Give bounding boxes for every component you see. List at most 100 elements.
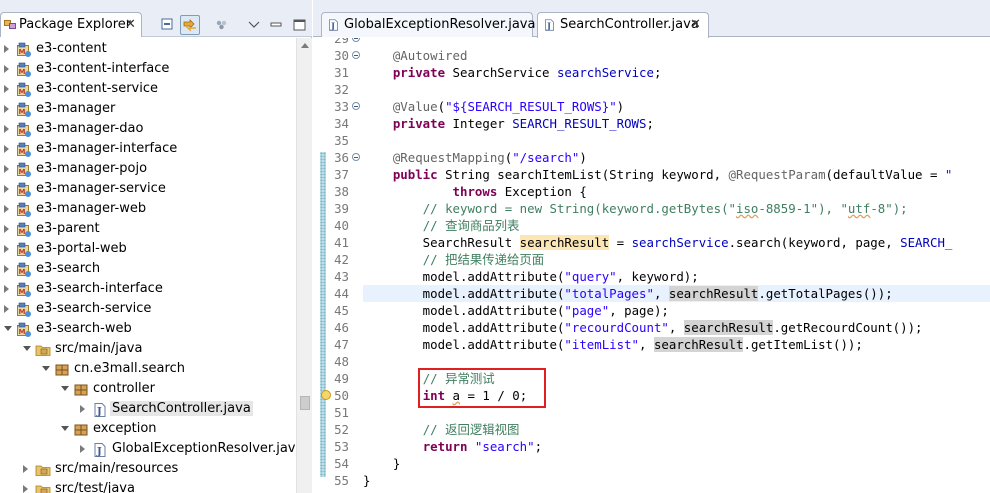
collapsed-arrow-icon[interactable]	[4, 225, 9, 233]
code-line[interactable]: }	[363, 455, 990, 472]
fold-toggle-icon[interactable]	[352, 38, 360, 42]
code-line[interactable]: // 返回逻辑视图	[363, 421, 990, 438]
tree-item[interactable]: Me3-search	[0, 260, 296, 280]
tree-item[interactable]: Me3-search-interface	[0, 280, 296, 300]
code-line[interactable]: model.addAttribute("recourdCount", searc…	[363, 319, 990, 336]
tree-item[interactable]: Me3-content	[0, 40, 296, 60]
collapsed-arrow-icon[interactable]	[23, 485, 28, 493]
minimize-icon[interactable]	[266, 15, 286, 35]
tree-item[interactable]: Me3-manager-interface	[0, 140, 296, 160]
expanded-arrow-icon[interactable]	[23, 346, 31, 351]
fold-toggle-icon[interactable]	[352, 153, 360, 161]
tree-item-label: src/test/java	[55, 481, 135, 493]
collapsed-arrow-icon[interactable]	[4, 45, 9, 53]
tree-item[interactable]: Me3-manager-pojo	[0, 160, 296, 180]
collapse-all-icon[interactable]	[158, 15, 178, 35]
tree-item[interactable]: src/main/resources	[0, 460, 296, 480]
tree-item[interactable]: Me3-manager-dao	[0, 120, 296, 140]
line-number: 38	[334, 184, 349, 199]
code-line[interactable]	[363, 81, 990, 98]
expanded-arrow-icon[interactable]	[61, 386, 69, 391]
collapsed-arrow-icon[interactable]	[4, 125, 9, 133]
scroll-thumb[interactable]	[300, 396, 310, 410]
code-line[interactable]: private SearchService searchService;	[363, 64, 990, 81]
tab-search-controller[interactable]: J SearchController.java ✕	[537, 12, 709, 38]
code-line[interactable]: @Value("${SEARCH_RESULT_ROWS}")	[363, 98, 990, 115]
code-line[interactable]: return "search";	[363, 438, 990, 455]
tree-item[interactable]: controller	[0, 380, 296, 400]
fold-toggle-icon[interactable]	[352, 51, 360, 59]
tree-item[interactable]: src/test/java	[0, 480, 296, 493]
expanded-arrow-icon[interactable]	[42, 366, 50, 371]
tree-item[interactable]: cn.e3mall.search	[0, 360, 296, 380]
code-line[interactable]	[363, 38, 990, 47]
chevron-down-icon[interactable]	[244, 15, 264, 35]
code-line[interactable]: }	[363, 472, 990, 489]
collapsed-arrow-icon[interactable]	[80, 445, 85, 453]
code-line[interactable]: model.addAttribute("query", keyword);	[363, 268, 990, 285]
close-icon[interactable]: ✕	[125, 17, 136, 32]
svg-text:M: M	[19, 268, 26, 276]
collapsed-arrow-icon[interactable]	[4, 145, 9, 153]
svg-text:J: J	[546, 21, 551, 31]
tree-item[interactable]: J GlobalExceptionResolver.java	[0, 440, 296, 460]
collapsed-arrow-icon[interactable]	[4, 185, 9, 193]
link-with-editor-icon[interactable]	[180, 15, 200, 35]
tree-item-label: src/main/resources	[55, 461, 179, 476]
collapsed-arrow-icon[interactable]	[4, 245, 9, 253]
code-line[interactable]: public String searchItemList(String keyw…	[363, 166, 990, 183]
source-code[interactable]: @Autowired private SearchService searchS…	[363, 38, 990, 493]
code-line[interactable]: throws Exception {	[363, 183, 990, 200]
tree-item[interactable]: Me3-manager-web	[0, 200, 296, 220]
fold-toggle-icon[interactable]	[352, 102, 360, 110]
collapsed-arrow-icon[interactable]	[4, 65, 9, 73]
tree-item[interactable]: Me3-parent	[0, 220, 296, 240]
code-line[interactable]: // keyword = new String(keyword.getBytes…	[363, 200, 990, 217]
package-explorer-icon	[4, 20, 16, 29]
code-area[interactable]: 29 30 31 32 33 34 35 36 37 38 39 40 41 42 43 44 45 46 47 48…	[313, 38, 990, 493]
tree-item[interactable]: src/main/java	[0, 340, 296, 360]
close-icon[interactable]: ✕	[690, 17, 701, 32]
maven-project-icon: M	[16, 62, 32, 78]
collapsed-arrow-icon[interactable]	[4, 265, 9, 273]
collapsed-arrow-icon[interactable]	[4, 305, 9, 313]
tree-item[interactable]: Me3-manager-service	[0, 180, 296, 200]
collapsed-arrow-icon[interactable]	[4, 85, 9, 93]
maximize-icon[interactable]	[290, 15, 310, 35]
tree-item[interactable]: Me3-manager	[0, 100, 296, 120]
tree-item[interactable]: Me3-content-interface	[0, 60, 296, 80]
tree-item[interactable]: Me3-portal-web	[0, 240, 296, 260]
code-line[interactable]: model.addAttribute("page", page);	[363, 302, 990, 319]
code-line[interactable]	[363, 132, 990, 149]
tree-item[interactable]: exception	[0, 420, 296, 440]
tab-package-explorer[interactable]: Package Explorer ✕	[0, 12, 142, 37]
collapsed-arrow-icon[interactable]	[4, 285, 9, 293]
code-line[interactable]: // 把结果传递给页面	[363, 251, 990, 268]
code-line[interactable]: private Integer SEARCH_RESULT_ROWS;	[363, 115, 990, 132]
code-line[interactable]: model.addAttribute("itemList", searchRes…	[363, 336, 990, 353]
tree-item[interactable]: J SearchController.java	[0, 400, 296, 420]
tree-item[interactable]: Me3-content-service	[0, 80, 296, 100]
line-number: 33	[334, 99, 349, 114]
line-number: 37	[334, 167, 349, 182]
code-line[interactable]: @Autowired	[363, 47, 990, 64]
tree-item[interactable]: Me3-search-service	[0, 300, 296, 320]
expanded-arrow-icon[interactable]	[61, 426, 69, 431]
code-line[interactable]: // 查询商品列表	[363, 217, 990, 234]
tree-item[interactable]: Me3-search-web	[0, 320, 296, 340]
maven-project-icon: M	[16, 182, 32, 198]
expanded-arrow-icon[interactable]	[4, 326, 12, 331]
collapsed-arrow-icon[interactable]	[4, 205, 9, 213]
scroll-up-arrow[interactable]	[301, 43, 309, 48]
collapsed-arrow-icon[interactable]	[4, 165, 9, 173]
maven-project-icon: M	[16, 282, 32, 298]
code-line[interactable]: @RequestMapping("/search")	[363, 149, 990, 166]
collapsed-arrow-icon[interactable]	[80, 405, 85, 413]
tree-scrollbar[interactable]	[296, 38, 312, 493]
tab-global-exception-resolver[interactable]: J GlobalExceptionResolver.java	[321, 12, 535, 37]
code-line[interactable]: model.addAttribute("totalPages", searchR…	[363, 285, 990, 302]
view-menu-icon[interactable]	[212, 15, 232, 35]
collapsed-arrow-icon[interactable]	[4, 105, 9, 113]
code-line[interactable]: SearchResult searchResult = searchServic…	[363, 234, 990, 251]
collapsed-arrow-icon[interactable]	[23, 465, 28, 473]
